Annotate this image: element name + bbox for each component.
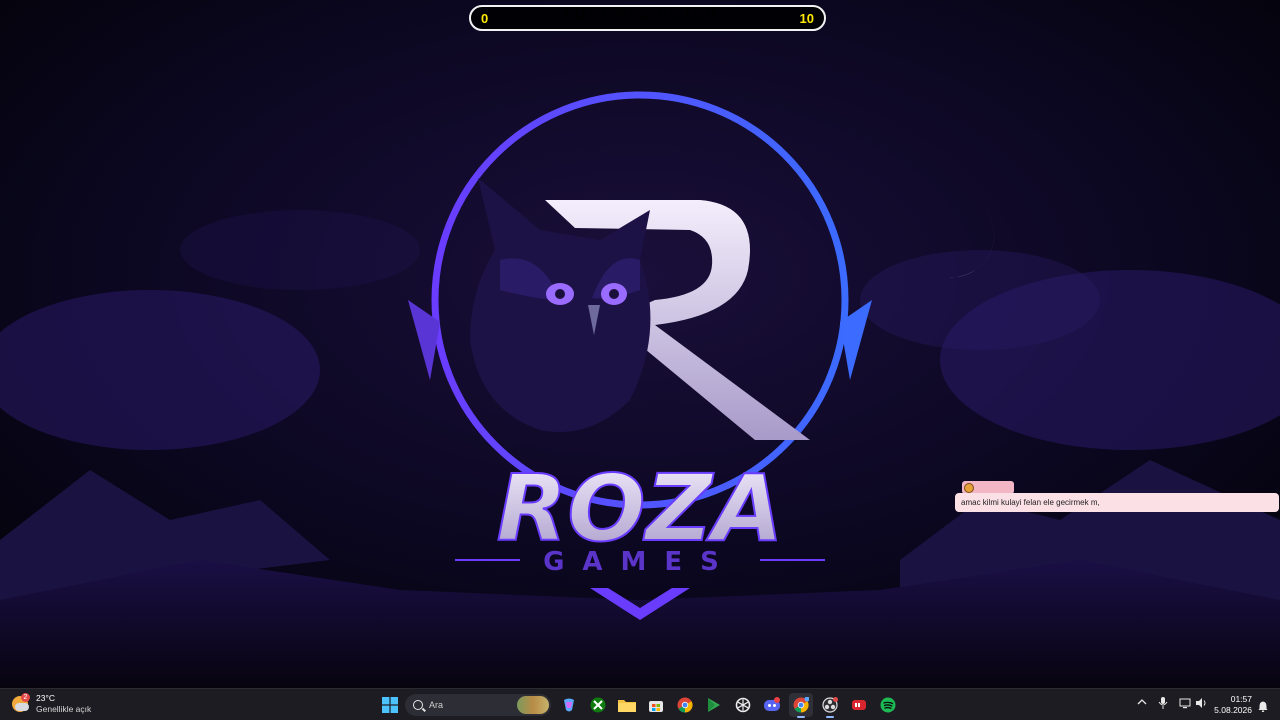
discord-icon[interactable] [760,693,784,717]
weather-temp: 23°C [36,693,55,703]
wallpaper-art: ROZA GAMES [0,0,1280,688]
emoji-icon [964,482,974,493]
chrome-profile-icon[interactable] [789,693,813,718]
search-highlight-image [517,696,549,714]
microsoft-store-icon[interactable] [644,693,668,717]
weather-badge: 2 [21,693,30,702]
logo-sub-text: GAMES [543,547,737,577]
clock-date: 5.08.2026 [1214,705,1252,715]
weather-widget[interactable]: 2 23°C Genellikle açık [10,693,91,715]
chevron-up-icon[interactable] [1137,697,1147,710]
file-explorer-icon[interactable] [615,693,639,717]
subscriber-current: 0 [481,10,489,26]
streamlabs-icon[interactable] [847,693,871,717]
notification-bell-icon[interactable] [1258,699,1268,712]
taskbar: 2 23°C Genellikle açık Ara 01:57 5.08.20… [0,688,1280,720]
weather-condition: Genellikle açık [36,704,92,714]
search-icon [413,700,423,710]
desktop-wallpaper: ROZA GAMES [0,0,1280,688]
chrome-icon[interactable] [673,693,697,717]
volume-icon[interactable] [1195,697,1207,712]
chat-message-text: amac kilmi kulayi felan ele gecirmek m, [961,498,1100,507]
xbox-icon[interactable] [586,693,610,717]
chatgpt-icon[interactable] [731,693,755,717]
system-clock[interactable]: 01:57 5.08.2026 [1214,694,1252,716]
logo-main-text: ROZA [497,455,784,562]
google-play-games-icon[interactable] [702,693,726,717]
weather-icon: 2 [10,693,30,713]
microphone-icon[interactable] [1158,697,1168,712]
copilot-icon[interactable] [557,693,581,717]
search-placeholder: Ara [429,700,444,710]
taskbar-search[interactable]: Ara [405,694,551,716]
network-icon[interactable] [1179,697,1191,712]
subscriber-goal-bar: 0 10 [469,5,826,31]
subscriber-goal: 10 [799,10,814,26]
clock-time: 01:57 [1230,694,1252,704]
chat-message: amac kilmi kulayi felan ele gecirmek m, [955,493,1279,512]
windows-start-icon[interactable] [378,693,402,717]
obs-icon[interactable] [818,693,842,718]
spotify-icon[interactable] [876,693,900,717]
